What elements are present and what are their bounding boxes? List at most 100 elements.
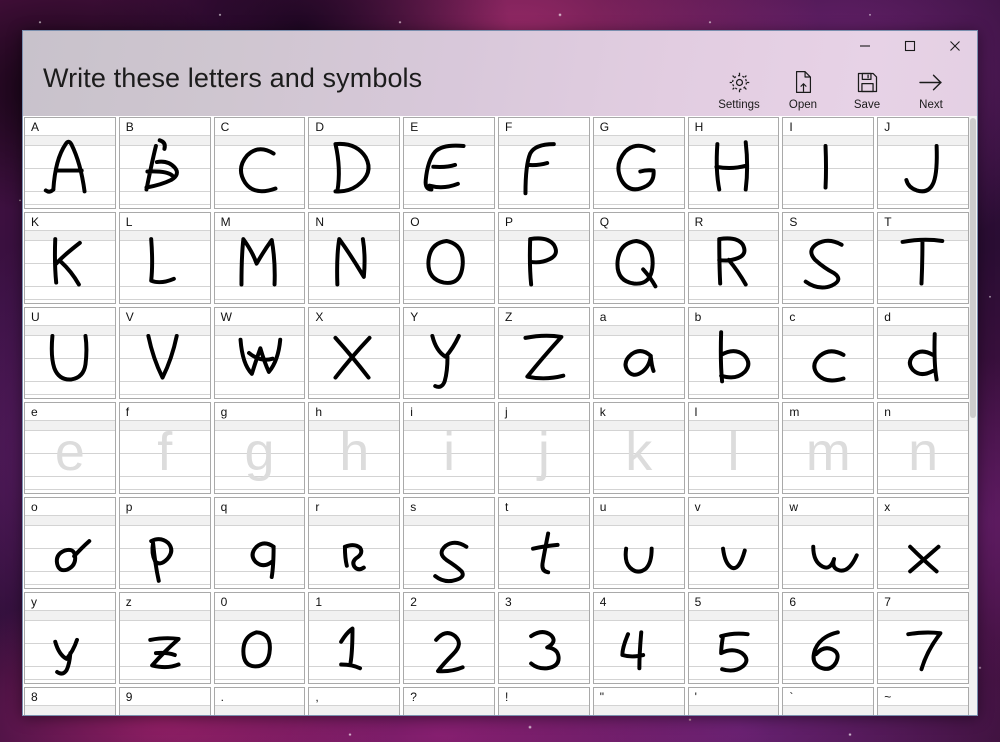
next-button[interactable]: Next	[899, 67, 963, 114]
writing-cell[interactable]: 2	[403, 592, 495, 684]
writing-cell[interactable]: a	[592, 307, 685, 399]
handwritten-ink	[878, 688, 968, 715]
cell-label: r	[315, 500, 320, 514]
cell-label: M	[220, 215, 231, 229]
writing-cell[interactable]: Z	[498, 307, 590, 399]
writing-cell[interactable]: c	[782, 307, 875, 399]
cell-label: n	[884, 405, 891, 419]
writing-cell[interactable]: jj	[498, 402, 590, 494]
writing-cell[interactable]: kk	[592, 402, 685, 494]
writing-cell[interactable]: E	[403, 117, 495, 209]
scrollbar-thumb[interactable]	[970, 118, 976, 418]
writing-cell[interactable]: D	[308, 117, 401, 209]
writing-cell[interactable]: ff	[118, 402, 211, 494]
writing-cell[interactable]: A	[24, 117, 116, 209]
writing-cell[interactable]: 4	[592, 592, 685, 684]
vertical-scrollbar[interactable]	[969, 116, 977, 715]
writing-cell[interactable]: d	[877, 307, 969, 399]
writing-cell[interactable]: H	[687, 117, 780, 209]
cell-label: 3	[505, 595, 512, 609]
writing-cell[interactable]: x	[877, 497, 969, 589]
handwritten-ink	[878, 308, 968, 398]
writing-cell[interactable]: X	[308, 307, 401, 399]
writing-cell[interactable]: L	[118, 212, 211, 304]
writing-cell[interactable]: t	[498, 497, 590, 589]
writing-cell[interactable]: z	[118, 592, 211, 684]
writing-cell[interactable]: B	[118, 117, 211, 209]
gear-icon	[728, 69, 751, 95]
writing-cell[interactable]: G	[592, 117, 685, 209]
writing-cell[interactable]: 0	[213, 592, 306, 684]
handwritten-ink	[499, 593, 589, 683]
ghost-placeholder: g	[244, 422, 275, 482]
writing-cell[interactable]: q	[213, 497, 306, 589]
cell-label: t	[505, 500, 509, 514]
writing-cell[interactable]: v	[687, 497, 780, 589]
ghost-placeholder: i	[443, 422, 456, 482]
writing-cell[interactable]: R	[687, 212, 780, 304]
writing-cell[interactable]: b	[687, 307, 780, 399]
writing-cell[interactable]: 7	[877, 592, 969, 684]
writing-cell[interactable]: r	[308, 497, 401, 589]
writing-cell[interactable]: O	[403, 212, 495, 304]
cell-label: S	[789, 215, 798, 229]
save-button[interactable]: Save	[835, 67, 899, 114]
writing-cell[interactable]: N	[308, 212, 401, 304]
writing-cell[interactable]: 1	[308, 592, 401, 684]
writing-cell[interactable]: ii	[403, 402, 495, 494]
writing-cell[interactable]: 5	[687, 592, 780, 684]
writing-cell[interactable]: u	[592, 497, 685, 589]
maximize-button[interactable]	[887, 31, 932, 61]
cell-label: "	[599, 690, 605, 704]
writing-cell[interactable]: M	[213, 212, 306, 304]
minimize-icon	[859, 45, 870, 47]
writing-cell[interactable]: ~	[877, 687, 969, 715]
writing-cell[interactable]: S	[782, 212, 875, 304]
writing-cell[interactable]: U	[24, 307, 116, 399]
writing-cell[interactable]: ,	[308, 687, 401, 715]
writing-cell[interactable]: y	[24, 592, 116, 684]
handwritten-ink	[689, 593, 779, 683]
writing-cell[interactable]: F	[498, 117, 590, 209]
settings-button[interactable]: Settings	[707, 67, 771, 114]
writing-cell[interactable]: "	[592, 687, 685, 715]
handwritten-ink	[120, 593, 210, 683]
app-window: Write these letters and symbols Settings	[22, 30, 978, 716]
writing-cell[interactable]: W	[213, 307, 306, 399]
minimize-button[interactable]	[842, 31, 887, 61]
cell-label: R	[694, 215, 704, 229]
writing-cell[interactable]: C	[213, 117, 306, 209]
close-button[interactable]	[932, 31, 977, 61]
writing-cell[interactable]: T	[877, 212, 969, 304]
writing-cell[interactable]: ll	[687, 402, 780, 494]
writing-cell[interactable]: p	[118, 497, 211, 589]
writing-cell[interactable]: .	[213, 687, 306, 715]
writing-cell[interactable]: 9	[118, 687, 211, 715]
writing-cell[interactable]: V	[118, 307, 211, 399]
writing-cell[interactable]: Q	[592, 212, 685, 304]
open-button[interactable]: Open	[771, 67, 835, 114]
writing-cell[interactable]: J	[877, 117, 969, 209]
writing-cell[interactable]: 6	[782, 592, 875, 684]
writing-cell[interactable]: mm	[782, 402, 875, 494]
writing-cell[interactable]: ee	[24, 402, 116, 494]
writing-cell[interactable]: w	[782, 497, 875, 589]
writing-cell[interactable]: hh	[308, 402, 401, 494]
writing-cell[interactable]: o	[24, 497, 116, 589]
writing-cell[interactable]: Y	[403, 307, 495, 399]
writing-cell[interactable]: !	[498, 687, 590, 715]
writing-cell[interactable]: gg	[213, 402, 306, 494]
writing-cell[interactable]: K	[24, 212, 116, 304]
writing-cell[interactable]: 3	[498, 592, 590, 684]
writing-cell[interactable]: 8	[24, 687, 116, 715]
writing-cell[interactable]: '	[687, 687, 780, 715]
writing-cell[interactable]: I	[782, 117, 875, 209]
writing-grid: ABCDEFGHIJ KLM NOPQR S T UVWXYZa bcd eeffgghhii…	[24, 116, 969, 715]
writing-cell[interactable]: s	[403, 497, 495, 589]
writing-cell[interactable]: nn	[877, 402, 969, 494]
handwritten-ink	[215, 593, 305, 683]
cell-label: a	[599, 310, 607, 324]
writing-cell[interactable]: `	[782, 687, 875, 715]
writing-cell[interactable]: ?	[403, 687, 495, 715]
writing-cell[interactable]: P	[498, 212, 590, 304]
